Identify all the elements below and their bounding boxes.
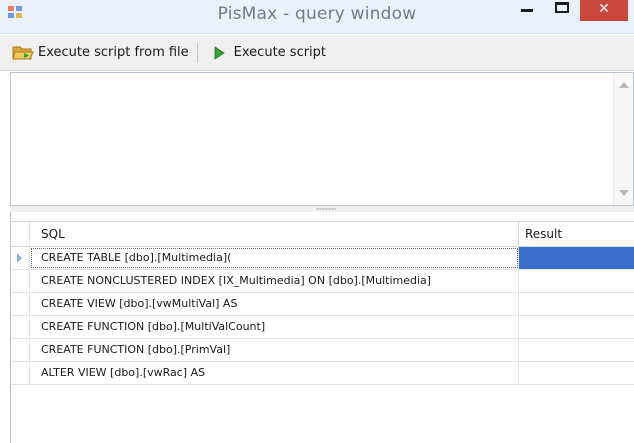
table-row[interactable]: CREATE FUNCTION [dbo].[MultiValCount]: [11, 316, 634, 339]
row-selector[interactable]: [11, 362, 30, 384]
result-cell[interactable]: [519, 293, 634, 315]
sql-cell[interactable]: ALTER VIEW [dbo].[vwRac] AS: [30, 362, 519, 384]
table-row[interactable]: CREATE NONCLUSTERED INDEX [IX_Multimedia…: [11, 270, 634, 293]
sql-cell[interactable]: CREATE FUNCTION [dbo].[MultiValCount]: [30, 316, 519, 338]
table-row[interactable]: CREATE FUNCTION [dbo].[PrimVal]: [11, 339, 634, 362]
execute-script-from-file-button[interactable]: Execute script from file: [10, 40, 195, 66]
row-selector[interactable]: [11, 293, 30, 315]
toolbar: Execute script from file Execute script: [0, 35, 634, 71]
scroll-up-icon[interactable]: [619, 82, 629, 88]
splitter-grip-icon[interactable]: [316, 208, 336, 210]
row-selector[interactable]: [11, 270, 30, 292]
row-selector[interactable]: [11, 247, 30, 269]
result-cell[interactable]: [519, 339, 634, 361]
current-row-icon: [17, 253, 22, 263]
row-selector[interactable]: [11, 316, 30, 338]
grid-body: CREATE TABLE [dbo].[Multimedia]( CREATE …: [11, 247, 634, 385]
column-header-result[interactable]: Result: [519, 222, 634, 246]
window-title: PisMax - query window: [217, 4, 417, 24]
script-editor: [10, 72, 634, 206]
sql-cell[interactable]: CREATE FUNCTION [dbo].[PrimVal]: [30, 339, 519, 361]
row-selector[interactable]: [11, 339, 30, 361]
grid-header: SQL Result: [11, 221, 634, 247]
close-button[interactable]: ✕: [580, 0, 628, 21]
table-row[interactable]: ALTER VIEW [dbo].[vwRac] AS: [11, 362, 634, 385]
editor-scrollbar[interactable]: [613, 73, 633, 205]
sql-cell[interactable]: CREATE TABLE [dbo].[Multimedia](: [30, 247, 519, 269]
title-bar[interactable]: PisMax - query window ✕: [0, 0, 634, 34]
script-input[interactable]: [11, 73, 613, 205]
scroll-down-icon[interactable]: [619, 190, 629, 196]
results-grid: SQL Result CREATE TABLE [dbo].[Multimedi…: [10, 212, 634, 443]
result-cell[interactable]: [519, 316, 634, 338]
maximize-button[interactable]: [555, 2, 569, 13]
sql-cell[interactable]: CREATE NONCLUSTERED INDEX [IX_Multimedia…: [30, 270, 519, 292]
toolbar-separator: [196, 42, 198, 63]
table-row[interactable]: CREATE VIEW [dbo].[vwMultiVal] AS: [11, 293, 634, 316]
minimize-button[interactable]: [521, 9, 533, 12]
sql-cell[interactable]: CREATE VIEW [dbo].[vwMultiVal] AS: [30, 293, 519, 315]
table-row[interactable]: CREATE TABLE [dbo].[Multimedia](: [11, 247, 634, 270]
result-cell[interactable]: [519, 247, 634, 269]
result-cell[interactable]: [519, 362, 634, 384]
column-header-sql[interactable]: SQL: [30, 222, 519, 246]
play-icon: [214, 45, 225, 60]
result-cell[interactable]: [519, 270, 634, 292]
folder-open-icon: [12, 46, 34, 59]
execute-script-button[interactable]: Execute script: [206, 40, 332, 66]
execute-script-from-file-label: Execute script from file: [38, 45, 189, 60]
execute-script-label: Execute script: [233, 45, 327, 60]
row-selector-header[interactable]: [11, 222, 30, 246]
